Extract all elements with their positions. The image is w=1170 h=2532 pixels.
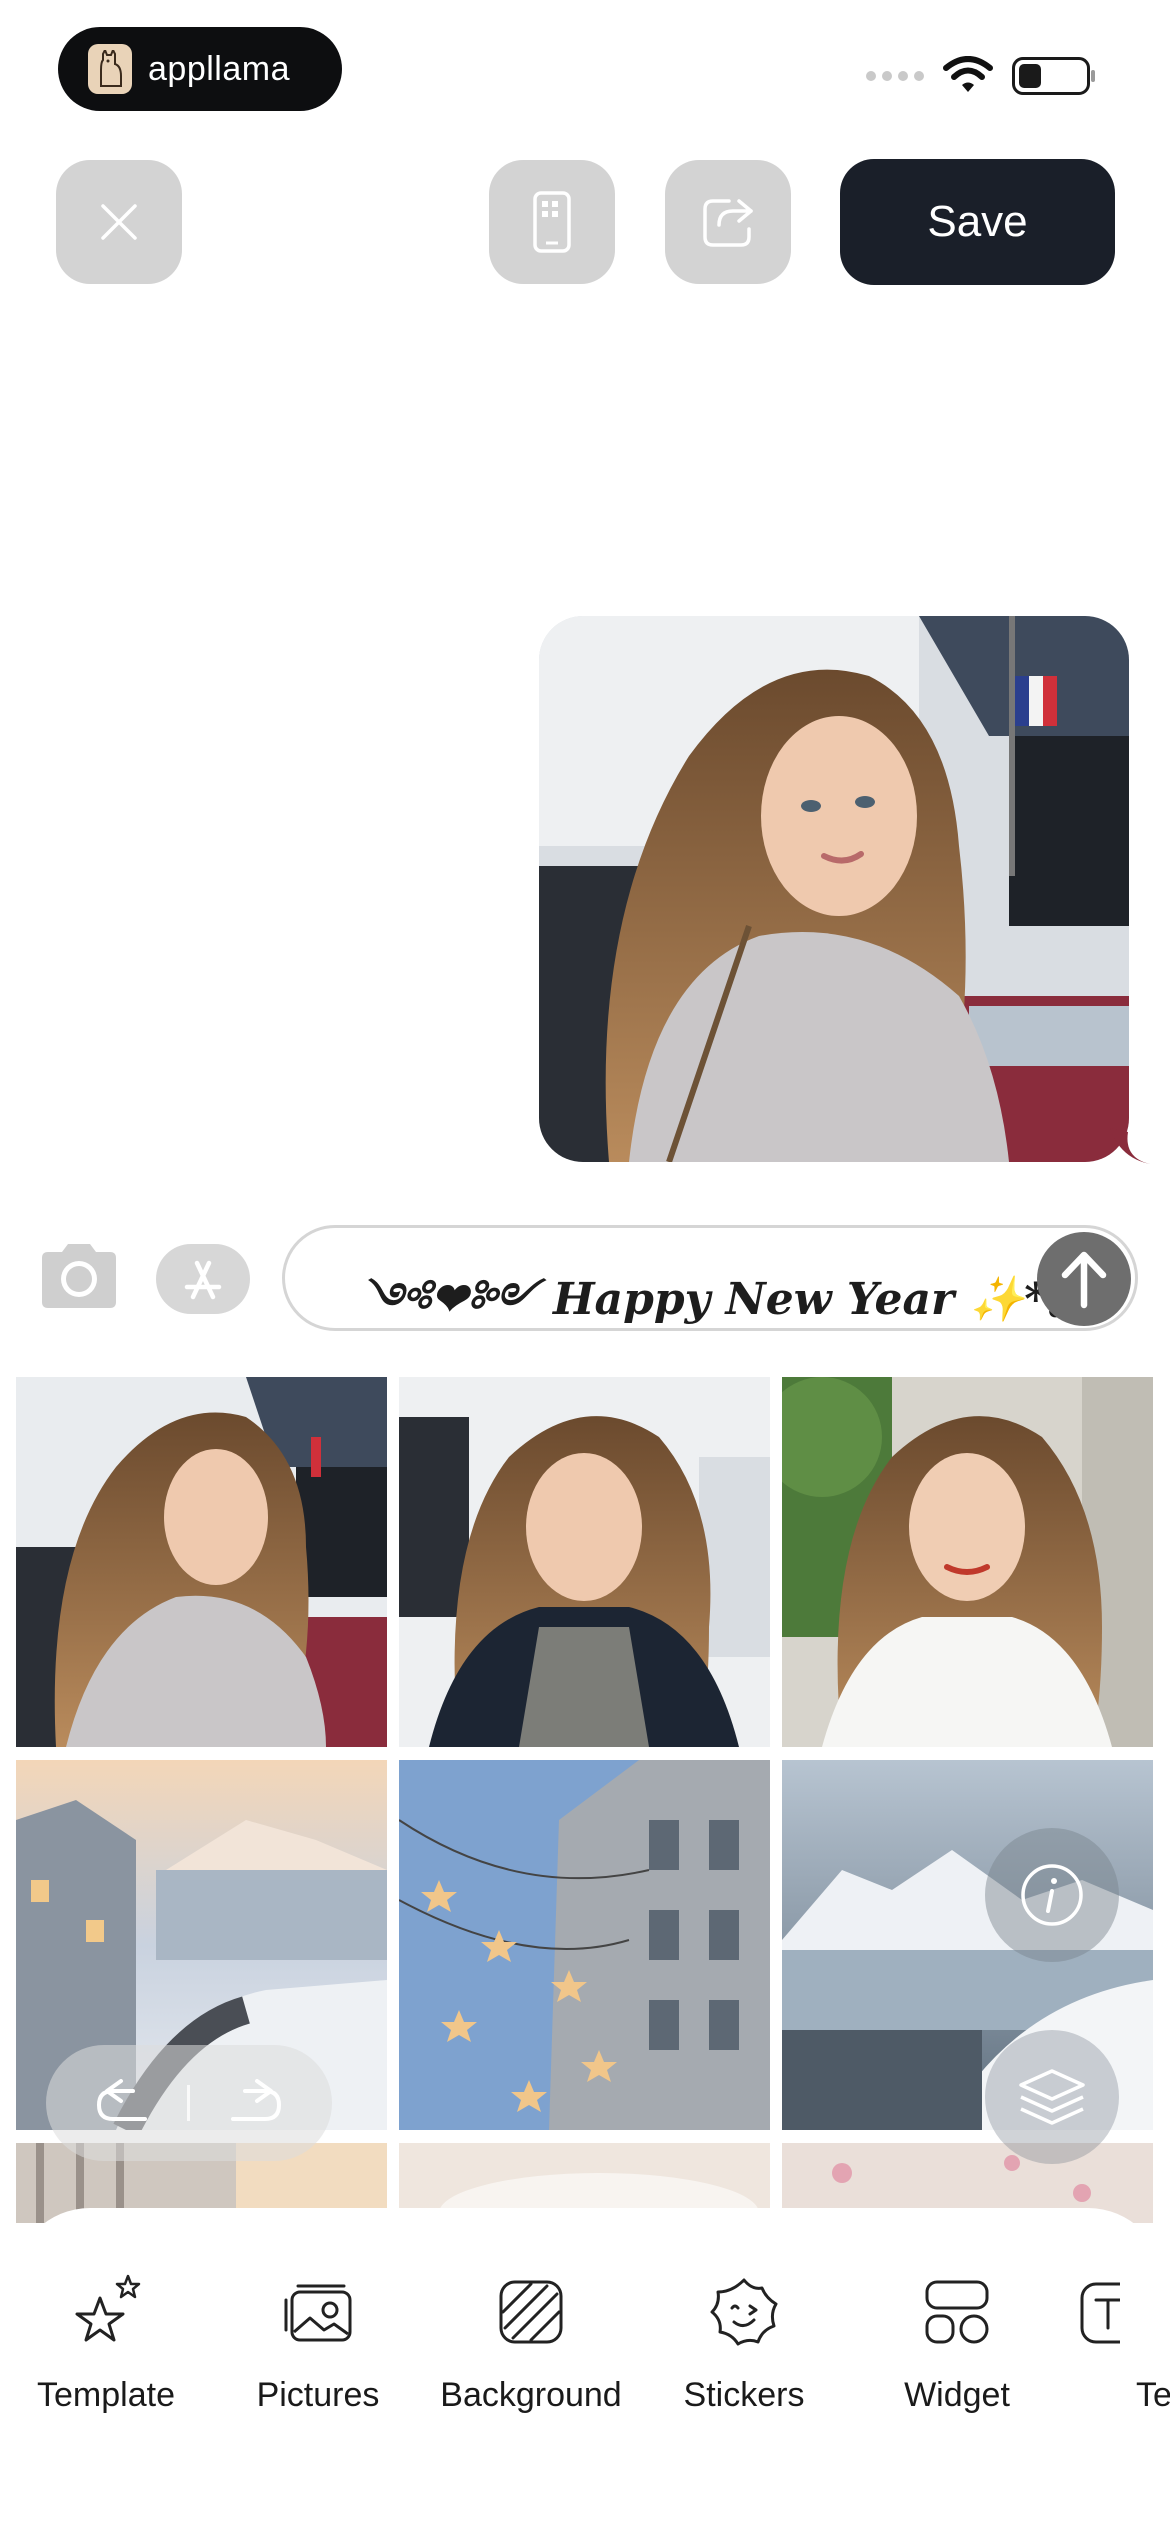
tab-label: Template	[37, 2376, 175, 2414]
text-icon	[1070, 2270, 1154, 2354]
info-button[interactable]	[985, 1828, 1119, 1962]
divider	[187, 2085, 191, 2121]
share-button[interactable]	[665, 160, 791, 284]
sticker-face-icon	[702, 2270, 786, 2354]
star-sparkle-icon	[64, 2270, 148, 2354]
tab-label: Te	[1136, 2376, 1170, 2414]
tab-text[interactable]: Te	[1070, 2270, 1170, 2415]
photo-thumbnail[interactable]	[16, 1377, 387, 1747]
close-icon	[101, 204, 137, 240]
share-icon	[703, 199, 753, 247]
photo-thumbnail[interactable]	[399, 1377, 770, 1747]
tab-widget[interactable]: Widget	[857, 2270, 1057, 2415]
photo-thumbnail[interactable]	[782, 1377, 1153, 1747]
llama-logo-icon	[88, 44, 132, 94]
info-icon	[1021, 1864, 1083, 1926]
message-text: ༺❤༻ Happy New Year ✨*。	[360, 1274, 1092, 1325]
undo-redo-control	[46, 2045, 332, 2161]
redo-icon[interactable]	[225, 2079, 285, 2127]
status-indicators	[866, 56, 1095, 96]
background-icon	[489, 2270, 573, 2354]
widget-icon	[915, 2270, 999, 2354]
tab-label: Background	[440, 2376, 622, 2414]
wifi-icon	[943, 56, 993, 92]
bubble-tail	[1110, 1128, 1150, 1164]
tab-label: Widget	[904, 2376, 1010, 2414]
undo-icon[interactable]	[93, 2079, 153, 2127]
tab-background[interactable]: Background	[431, 2270, 631, 2415]
device-preview-button[interactable]	[489, 160, 615, 284]
message-photo-bubble[interactable]	[539, 616, 1129, 1162]
battery-icon	[1012, 57, 1095, 95]
message-input[interactable]: ༺❤༻ Happy New Year ✨*。	[282, 1225, 1138, 1331]
signal-dots-icon	[866, 71, 924, 81]
tab-template[interactable]: Template	[6, 2270, 206, 2415]
layers-icon	[1019, 2069, 1085, 2125]
app-store-icon	[184, 1260, 222, 1300]
tab-label: Pictures	[256, 2376, 380, 2414]
photo-thumbnail[interactable]	[399, 1760, 770, 2130]
brand-badge: appllama	[58, 27, 342, 111]
save-button[interactable]: Save	[840, 159, 1115, 285]
tab-stickers[interactable]: Stickers	[644, 2270, 844, 2415]
send-button[interactable]	[1037, 1232, 1131, 1326]
pictures-icon	[276, 2270, 360, 2354]
phone-device-icon	[533, 191, 571, 253]
tab-label: Stickers	[683, 2376, 805, 2414]
arrow-up-icon	[1061, 1251, 1107, 1309]
app-store-button[interactable]	[156, 1244, 250, 1314]
tab-pictures[interactable]: Pictures	[218, 2270, 418, 2415]
camera-icon[interactable]	[36, 1240, 122, 1312]
layers-button[interactable]	[985, 2030, 1119, 2164]
brand-name: appllama	[148, 49, 290, 88]
close-button[interactable]	[56, 160, 182, 284]
